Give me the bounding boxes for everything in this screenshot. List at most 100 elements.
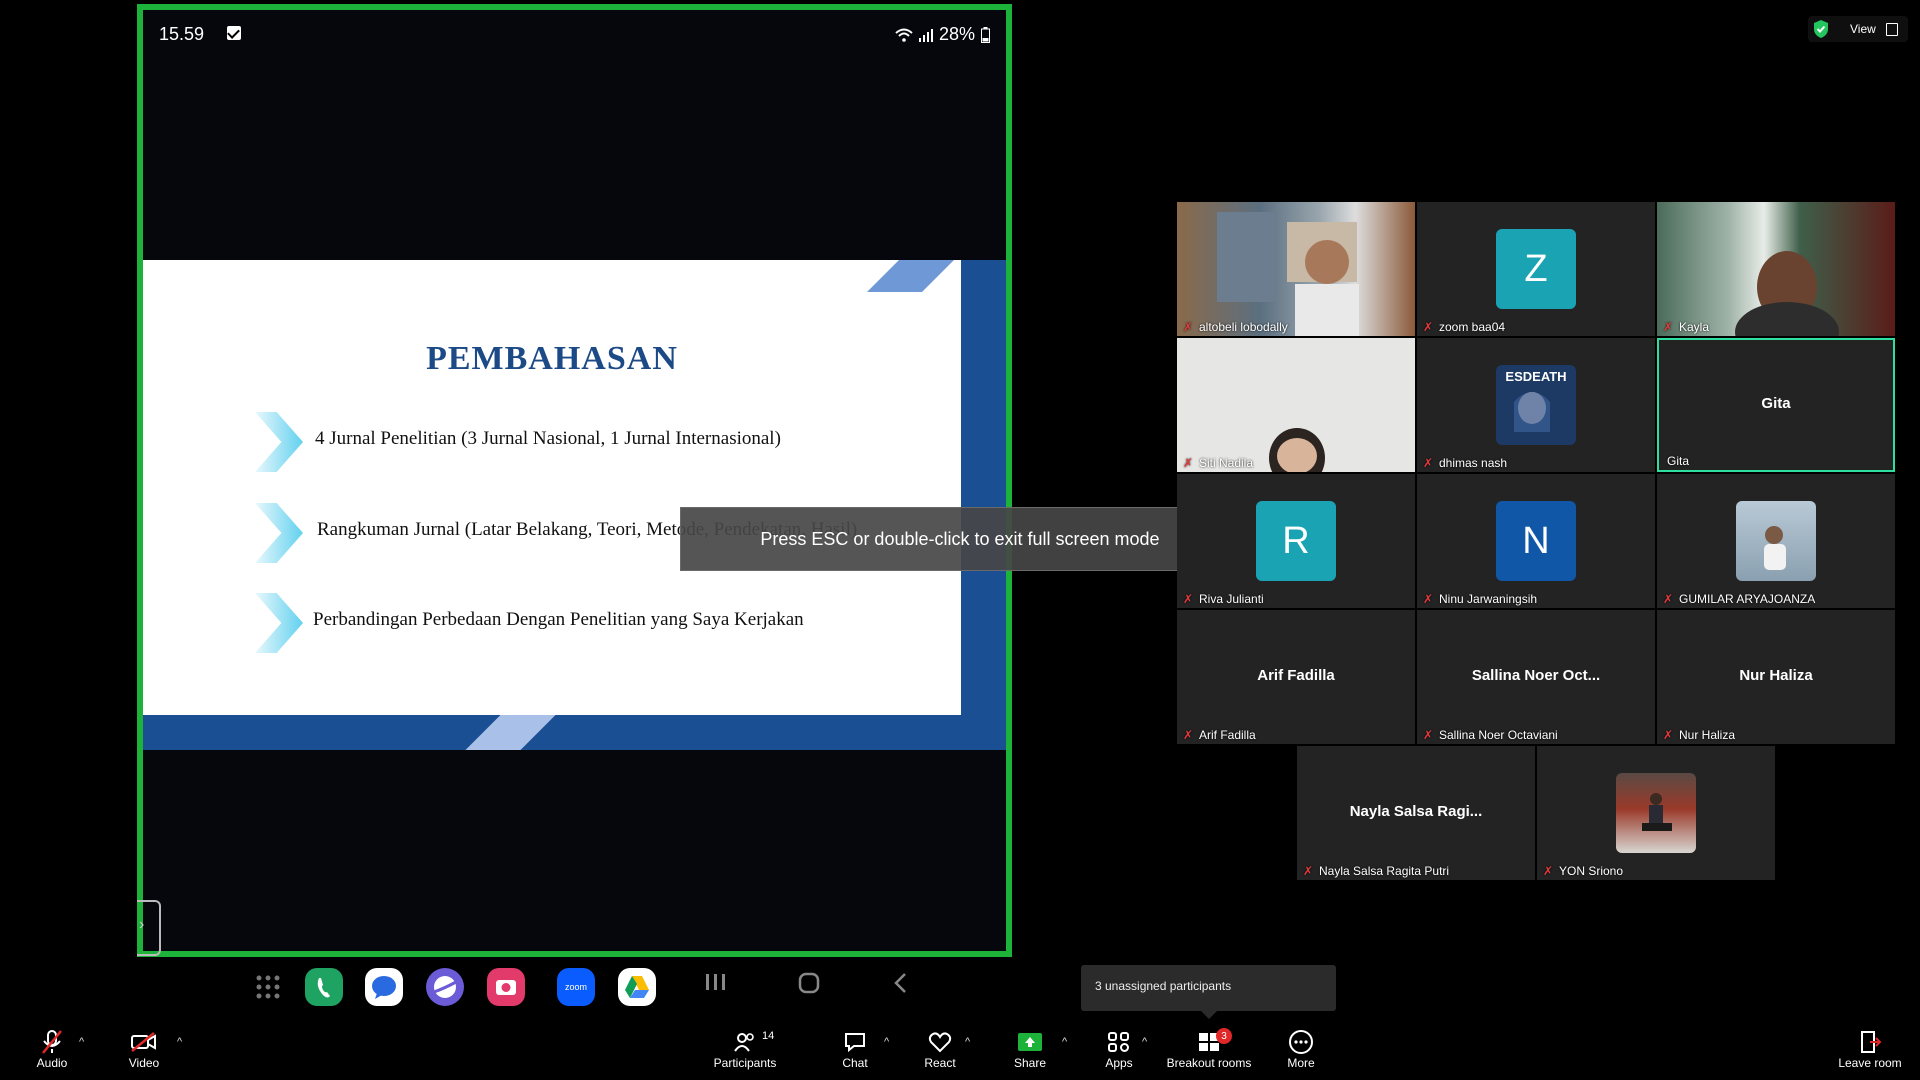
participant-name: ✗ Riva Julianti: [1183, 592, 1264, 606]
participant-tile[interactable]: ✗ YON Sriono: [1537, 746, 1775, 880]
recent-apps-icon[interactable]: [705, 972, 727, 998]
participant-tile[interactable]: ✗ Kayla: [1657, 202, 1895, 336]
chat-button[interactable]: Chat: [810, 1028, 900, 1070]
participants-button[interactable]: 14 Participants: [700, 1028, 790, 1070]
participant-tile[interactable]: Sallina Noer Oct... ✗ Sallina Noer Octavi…: [1417, 610, 1655, 744]
participant-tile[interactable]: ESDEATH ✗ dhimas nash: [1417, 338, 1655, 472]
apps-options-caret-icon[interactable]: ^: [1142, 1036, 1147, 1048]
participant-name: ✗ Ninu Jarwaningsih: [1423, 592, 1538, 606]
share-options-caret-icon[interactable]: ^: [1062, 1036, 1067, 1048]
phone-dock: zoom: [255, 968, 935, 1016]
react-label: React: [924, 1056, 956, 1070]
chat-label: Chat: [842, 1056, 868, 1070]
breakout-rooms-label: Breakout rooms: [1166, 1056, 1252, 1070]
mic-muted-icon: ✗: [1183, 728, 1194, 742]
heart-icon: [928, 1032, 952, 1053]
view-button[interactable]: View: [1808, 16, 1908, 42]
breakout-rooms-badge: 3: [1216, 1028, 1232, 1044]
participant-name: ✗ altobeli lobodally: [1183, 320, 1288, 334]
slide-bullet-text: 4 Jurnal Penelitian (3 Jurnal Nasional, …: [315, 428, 781, 449]
phone-icon[interactable]: [305, 968, 343, 1006]
chevron-right-icon: [255, 503, 303, 563]
participant-tile-active-speaker[interactable]: Gita Gita: [1657, 338, 1895, 472]
apps-button[interactable]: Apps: [1074, 1028, 1164, 1070]
wifi-icon: [895, 28, 913, 42]
participants-icon: [734, 1033, 754, 1052]
apps-grid-icon[interactable]: [255, 974, 283, 1012]
participant-display-name: Nayla Salsa Ragi...: [1349, 803, 1483, 820]
fullscreen-exit-toast: Press ESC or double-click to exit full s…: [680, 507, 1240, 571]
react-button[interactable]: React: [895, 1028, 985, 1070]
participants-count: 14: [762, 1030, 775, 1042]
slide-title: PEMBAHASAN: [426, 340, 678, 377]
view-label: View: [1850, 22, 1876, 36]
check-notification-icon: [227, 26, 241, 40]
participant-name: ✗ zoom baa04: [1423, 320, 1506, 334]
participant-video: [1657, 202, 1895, 336]
mic-muted-icon: [42, 1030, 62, 1054]
home-button-icon[interactable]: [798, 972, 820, 1000]
phone-time: 15.59: [159, 24, 205, 44]
video-button[interactable]: Video: [99, 1028, 189, 1070]
participant-name: ✗ dhimas nash: [1423, 456, 1508, 470]
breakout-rooms-button[interactable]: 3 Breakout rooms: [1164, 1028, 1254, 1070]
participant-tile[interactable]: ✗ Siti Nadila: [1177, 338, 1415, 472]
more-icon: [1289, 1030, 1313, 1054]
participant-avatar: [1616, 773, 1696, 853]
audio-options-caret-icon[interactable]: ^: [79, 1036, 84, 1048]
slide-decor-stripe: [465, 715, 556, 750]
react-options-caret-icon[interactable]: ^: [965, 1036, 970, 1048]
participants-label: Participants: [713, 1056, 777, 1070]
chat-options-caret-icon[interactable]: ^: [884, 1036, 889, 1048]
mic-muted-icon: ✗: [1543, 864, 1554, 878]
audio-button[interactable]: Audio: [7, 1028, 97, 1070]
security-shield-icon: [1814, 20, 1828, 38]
apps-label: Apps: [1105, 1056, 1133, 1070]
mic-muted-icon: ✗: [1303, 864, 1314, 878]
more-button[interactable]: More: [1256, 1028, 1346, 1070]
edge-panel-handle[interactable]: ›: [137, 900, 161, 956]
grid-view-icon: [1886, 23, 1898, 36]
internet-icon[interactable]: [426, 968, 464, 1006]
drive-icon[interactable]: [618, 968, 656, 1006]
participant-tile[interactable]: Z ✗ zoom baa04: [1417, 202, 1655, 336]
messages-icon[interactable]: [365, 968, 403, 1006]
participant-tile[interactable]: R ✗ Riva Julianti: [1177, 474, 1415, 608]
unassigned-participants-tooltip: 3 unassigned participants: [1081, 965, 1336, 1019]
zoom-icon[interactable]: zoom: [557, 968, 595, 1006]
slide-content-area: PEMBAHASAN 4 Jurnal Penelitian (3 Jurnal…: [143, 260, 961, 715]
participant-tile[interactable]: N ✗ Ninu Jarwaningsih: [1417, 474, 1655, 608]
participant-name: ✗ Nur Haliza: [1663, 728, 1736, 742]
participant-tile[interactable]: Nur Haliza ✗ Nur Haliza: [1657, 610, 1895, 744]
leave-room-button[interactable]: Leave room: [1825, 1028, 1915, 1070]
participant-tile[interactable]: Nayla Salsa Ragi... ✗ Nayla Salsa Ragita …: [1297, 746, 1535, 880]
slide-bullet: 4 Jurnal Penelitian (3 Jurnal Nasional, …: [255, 412, 935, 472]
back-button-icon[interactable]: [893, 972, 907, 1000]
chat-icon: [845, 1033, 865, 1053]
participant-tile[interactable]: ✗ altobeli lobodally: [1177, 202, 1415, 336]
participant-name: ✗ Kayla: [1663, 320, 1710, 334]
battery-percent: 28%: [938, 24, 975, 44]
participant-tile[interactable]: ✗ GUMILAR ARYAJOANZA: [1657, 474, 1895, 608]
video-options-caret-icon[interactable]: ^: [177, 1036, 182, 1048]
participant-video: [1177, 338, 1415, 472]
participant-avatar: ESDEATH: [1496, 365, 1576, 445]
participant-gallery: ✗ altobeli lobodally Z ✗ zoom baa04 ✗ Kayla…: [1177, 202, 1897, 880]
slide: PEMBAHASAN 4 Jurnal Penelitian (3 Jurnal…: [143, 260, 1006, 750]
participant-display-name: Gita: [1761, 395, 1791, 412]
meeting-toolbar: Audio ^ Video ^ 14 Participants Chat ^ R…: [0, 1022, 1920, 1080]
participant-display-name: Sallina Noer Oct...: [1471, 667, 1601, 684]
phone-status-bar: 15.59 28%: [159, 22, 990, 48]
participant-tile[interactable]: Arif Fadilla ✗ Arif Fadilla: [1177, 610, 1415, 744]
participant-display-name: Arif Fadilla: [1257, 667, 1335, 684]
shared-screen: 15.59 28% PEMBAHASAN 4 Jurnal Penelitian…: [137, 4, 1012, 957]
leave-room-label: Leave room: [1838, 1056, 1902, 1070]
share-button[interactable]: Share: [985, 1028, 1075, 1070]
slide-bullet: Perbandingan Perbedaan Dengan Penelitian…: [255, 593, 935, 653]
more-label: More: [1287, 1056, 1315, 1070]
participant-avatar: N: [1496, 501, 1576, 581]
participant-avatar: R: [1256, 501, 1336, 581]
slide-bullet-text: Perbandingan Perbedaan Dengan Penelitian…: [313, 609, 804, 630]
camera-icon[interactable]: [487, 968, 525, 1006]
battery-icon: [981, 26, 990, 43]
